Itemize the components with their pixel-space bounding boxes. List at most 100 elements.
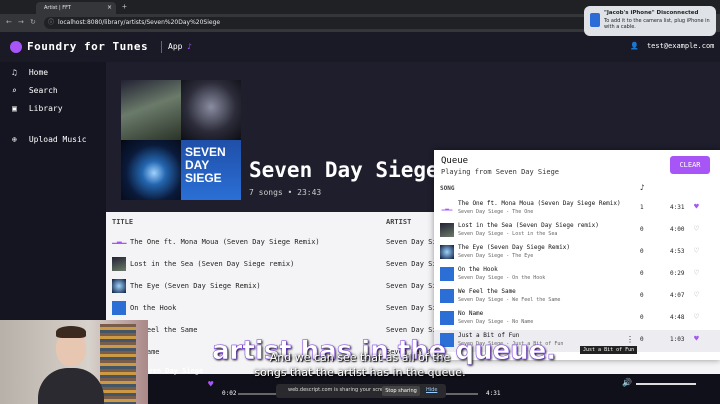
track-thumbnail — [440, 223, 454, 237]
track-artist[interactable]: Seven Day Si — [386, 304, 437, 312]
sidebar-item-label: Home — [28, 68, 49, 77]
artist-meta: 7 songs • 23:43 — [249, 188, 322, 197]
queue-track-title: Lost in the Sea (Seven Day Siege remix) — [458, 222, 599, 229]
track-title: The Eye (Seven Day Siege Remix) — [130, 282, 261, 290]
queue-row[interactable]: We Feel the Same Seven Day Siege - We Fe… — [434, 286, 720, 308]
heart-filled-icon[interactable]: ♥ — [694, 334, 699, 343]
brand-name: Foundry for Tunes — [27, 40, 149, 53]
queue-track-title: We Feel the Same — [458, 288, 516, 295]
reload-icon[interactable]: ↻ — [30, 18, 36, 26]
window-controls[interactable] — [6, 4, 30, 19]
track-thumbnail — [440, 311, 454, 325]
clear-queue-button[interactable]: CLEAR — [670, 156, 710, 174]
heart-filled-icon[interactable]: ♥ — [208, 380, 213, 390]
heart-filled-icon[interactable]: ♥ — [694, 202, 699, 211]
elapsed-time: 0:02 — [222, 390, 237, 397]
user-email: test@example.com — [646, 42, 715, 50]
queue-track-title: The Eye (Seven Day Siege Remix) — [458, 244, 570, 251]
queue-track-sub: Seven Day Siege - On the Hook — [458, 275, 546, 281]
volume-slider[interactable] — [636, 383, 696, 385]
queue-track-sub: Seven Day Siege - The One — [458, 209, 534, 215]
sidebar-item-upload[interactable]: ⊕ Upload Music — [12, 135, 87, 144]
page-title: Seven Day Siege — [249, 158, 439, 182]
album-cover — [181, 80, 241, 140]
track-thumbnail — [440, 245, 454, 259]
forward-icon[interactable]: → — [18, 18, 24, 26]
track-thumbnail — [440, 289, 454, 303]
track-artist[interactable]: Seven Day Si — [386, 326, 437, 334]
now-playing-icon: ▁▂▁ — [112, 235, 127, 244]
play-count: 0 — [640, 226, 644, 233]
now-playing-icon: ▁▂▁ — [441, 204, 453, 211]
artist-album-grid: SEVEN DAY SIEGE — [121, 80, 241, 200]
stop-sharing-button[interactable]: Stop sharing — [382, 386, 420, 396]
brand-logo-icon — [10, 41, 22, 53]
queue-row[interactable]: The Eye (Seven Day Siege Remix) Seven Da… — [434, 242, 720, 264]
tab-title: Artist | FFT — [44, 5, 71, 11]
play-count: 1 — [640, 204, 644, 211]
album-cover-text: SEVEN DAY SIEGE — [181, 140, 241, 200]
track-thumbnail — [112, 257, 126, 271]
notification-title: "Jacob's iPhone" Disconnected — [604, 10, 699, 16]
back-icon[interactable]: ← — [6, 18, 12, 26]
total-time: 4:31 — [486, 390, 501, 397]
queue-track-title: No Name — [458, 310, 484, 317]
queue-column-song: SONG — [440, 185, 455, 192]
heart-icon[interactable]: ♡ — [694, 290, 699, 299]
user-icon: 👤 — [630, 42, 639, 50]
column-header-artist: ARTIST — [386, 218, 412, 226]
share-message: web.descript.com is sharing your screen. — [288, 387, 391, 393]
duration: 4:07 — [670, 292, 685, 299]
browser-tab[interactable]: Artist | FFT × — [36, 2, 116, 14]
heart-icon[interactable]: ♡ — [694, 268, 699, 277]
url-text: localhost:8080/library/artists/Seven%20D… — [58, 19, 221, 26]
address-bar[interactable]: ⓘ localhost:8080/library/artists/Seven%2… — [44, 17, 604, 29]
queue-row[interactable]: No Name Seven Day Siege - No Name 0 4:48… — [434, 308, 720, 330]
play-count: 0 — [640, 270, 644, 277]
notification-body: To add it to the camera list, plug iPhon… — [604, 18, 710, 30]
heart-icon[interactable]: ♡ — [694, 246, 699, 255]
queue-row[interactable]: ▁▂▁ The One ft. Mona Moua (Seven Day Sie… — [434, 198, 720, 220]
queue-row[interactable]: Lost in the Sea (Seven Day Siege remix) … — [434, 220, 720, 242]
new-tab-button[interactable]: + — [122, 2, 127, 11]
sidebar-item-label: Upload Music — [28, 135, 87, 144]
sidebar-item-home[interactable]: ♫ Home — [12, 68, 48, 77]
duration: 4:00 — [670, 226, 685, 233]
music-note-icon: ♪ — [187, 42, 193, 51]
plus-circle-icon: ⊕ — [12, 135, 17, 144]
track-title: Lost in the Sea (Seven Day Siege remix) — [130, 260, 295, 268]
duration: 0:29 — [670, 270, 685, 277]
plays-icon: ♪ — [640, 183, 645, 192]
queue-subtitle: Playing from Seven Day Siege — [441, 168, 560, 176]
track-artist[interactable]: Seven Day Si — [386, 238, 437, 246]
queue-track-sub: Seven Day Siege - The Eye — [458, 253, 534, 259]
play-count: 0 — [640, 248, 644, 255]
volume-icon[interactable]: 🔊 — [622, 378, 632, 387]
home-icon: ♫ — [12, 68, 17, 77]
user-menu[interactable]: 👤 test@example.com — [630, 42, 714, 50]
search-icon: ⌕ — [12, 86, 17, 95]
queue-row[interactable]: On the Hook Seven Day Siege - On the Hoo… — [434, 264, 720, 286]
queue-track-sub: Seven Day Siege - Lost in the Sea — [458, 231, 558, 237]
app-label: App — [168, 42, 183, 51]
play-count: 0 — [640, 314, 644, 321]
close-icon[interactable]: × — [107, 2, 112, 14]
hide-link[interactable]: Hide — [426, 387, 437, 393]
track-artist[interactable]: Seven Day Si — [386, 260, 437, 268]
heart-icon[interactable]: ♡ — [694, 224, 699, 233]
track-artist[interactable]: Seven Day Si — [386, 282, 437, 290]
system-notification[interactable]: "Jacob's iPhone" Disconnected To add it … — [584, 6, 716, 36]
duration: 4:31 — [670, 204, 685, 211]
more-menu-icon[interactable]: ⋮ — [626, 335, 634, 344]
play-count: 0 — [640, 292, 644, 299]
column-header-title: TITLE — [112, 218, 134, 226]
heart-icon[interactable]: ♡ — [694, 312, 699, 321]
sidebar-item-search[interactable]: ⌕ Search — [12, 86, 58, 95]
sidebar-item-library[interactable]: ▣ Library — [12, 104, 63, 113]
app-nav-link[interactable]: App ♪ — [168, 42, 192, 51]
queue-track-sub: Seven Day Siege - No Name — [458, 319, 534, 325]
queue-track-sub: Seven Day Siege - We Feel the Same — [458, 297, 561, 303]
app-header: Foundry for Tunes App ♪ 👤 test@example.c… — [0, 32, 720, 62]
track-thumbnail — [440, 267, 454, 281]
caption-line-1: And we can see that as all of the — [269, 351, 451, 364]
